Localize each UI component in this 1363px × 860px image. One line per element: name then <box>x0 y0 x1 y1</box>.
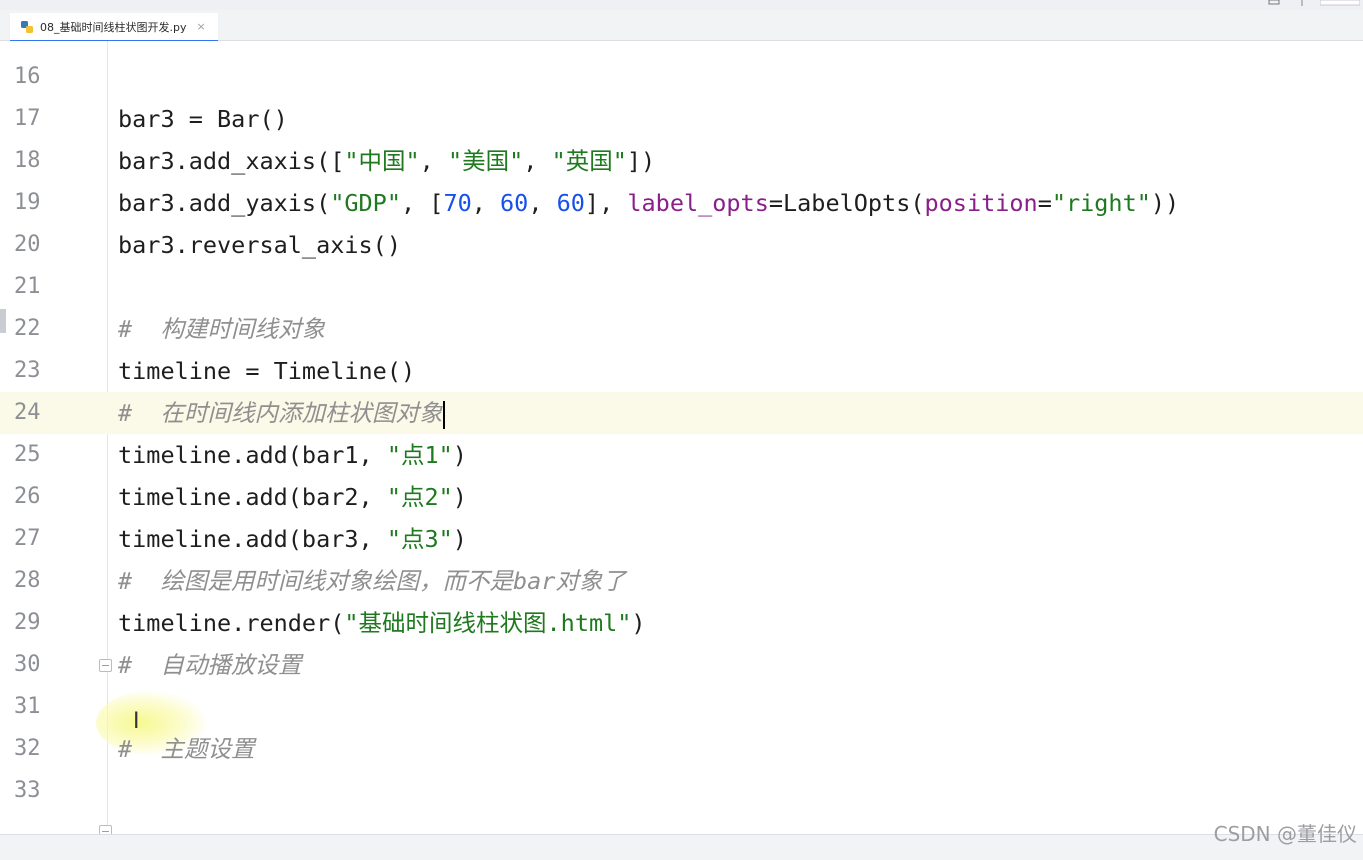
line-number: 24 <box>14 400 41 425</box>
line-number: 26 <box>14 484 41 509</box>
code-text: bar3 = Bar() <box>118 105 288 133</box>
watermark: CSDN @董佳仪 <box>1213 822 1357 846</box>
line-number: 17 <box>14 106 41 131</box>
code-line-21: 21 <box>0 266 1363 308</box>
code-line-16: 16 <box>0 56 1363 98</box>
code-line-30: 30 # 自动播放设置 <box>0 644 1363 686</box>
code-editor[interactable]: 16 17 bar3 = Bar() 18 bar3.add_xaxis(["中… <box>0 41 1363 834</box>
code-line-26: 26 timeline.add(bar2, "点2") <box>0 476 1363 518</box>
code-comment: # 绘图是用时间线对象绘图，而不是bar对象了 <box>118 567 626 595</box>
line-number: 23 <box>14 358 41 383</box>
line-number: 31 <box>14 694 41 719</box>
code-comment: # 构建时间线对象 <box>118 315 325 343</box>
code-comment: # 主题设置 <box>118 735 255 763</box>
close-icon[interactable]: × <box>197 20 206 33</box>
code-text: timeline.add(bar1, "点1") <box>118 441 467 469</box>
editor-tab-bar: 08_基础时间线柱状图开发.py × <box>0 10 1363 42</box>
code-text: timeline.add(bar2, "点2") <box>118 483 467 511</box>
code-line-33: 33 <box>0 770 1363 812</box>
code-line-23: 23 timeline = Timeline() <box>0 350 1363 392</box>
code-line-20: 20 bar3.reversal_axis() <box>0 224 1363 266</box>
code-line-32: 32 # 主题设置 <box>0 728 1363 770</box>
text-caret <box>443 400 446 429</box>
line-number: 16 <box>14 64 41 89</box>
fold-toggle-icon[interactable] <box>99 825 112 834</box>
tab-filename: 08_基础时间线柱状图开发.py <box>40 20 187 34</box>
code-text: bar3.reversal_axis() <box>118 231 401 259</box>
code-line-24-current: 24 # 在时间线内添加柱状图对象 <box>0 392 1363 434</box>
window-control-icon[interactable] <box>1268 0 1280 6</box>
code-comment: # 在时间线内添加柱状图对象 <box>118 399 443 427</box>
code-line-18: 18 bar3.add_xaxis(["中国", "美国", "英国"]) <box>0 140 1363 182</box>
code-text: timeline.render("基础时间线柱状图.html") <box>118 609 646 637</box>
line-number: 22 <box>14 316 41 341</box>
code-line-27: 27 timeline.add(bar3, "点3") <box>0 518 1363 560</box>
line-number: 19 <box>14 190 41 215</box>
code-line-22: 22 # 构建时间线对象 <box>0 308 1363 350</box>
code-text: timeline = Timeline() <box>118 357 416 385</box>
code-text: bar3.add_yaxis("GDP", [70, 60, 60], labe… <box>118 189 1180 217</box>
code-line-31: 31 <box>0 686 1363 728</box>
code-line-25: 25 timeline.add(bar1, "点1") <box>0 434 1363 476</box>
line-number: 33 <box>14 778 41 803</box>
line-number: 27 <box>14 526 41 551</box>
editor-tab[interactable]: 08_基础时间线柱状图开发.py × <box>10 13 218 42</box>
code-line-28: 28 # 绘图是用时间线对象绘图，而不是bar对象了 <box>0 560 1363 602</box>
code-text: timeline.add(bar3, "点3") <box>118 525 467 553</box>
line-number: 32 <box>14 736 41 761</box>
line-number: 20 <box>14 232 41 257</box>
status-bar <box>0 834 1363 860</box>
python-file-icon <box>21 20 33 33</box>
code-text: # 在时间线内添加柱状图对象 <box>118 392 446 434</box>
code-text: bar3.add_xaxis(["中国", "美国", "英国"]) <box>118 147 656 175</box>
toolbar-widget-icon[interactable] <box>1320 0 1360 6</box>
code-line-29: 29 timeline.render("基础时间线柱状图.html") <box>0 602 1363 644</box>
fold-toggle-icon[interactable] <box>99 659 112 672</box>
line-number: 18 <box>14 148 41 173</box>
code-line-19: 19 bar3.add_yaxis("GDP", [70, 60, 60], l… <box>0 182 1363 224</box>
line-number: 30 <box>14 652 41 677</box>
code-comment: # 自动播放设置 <box>118 651 302 679</box>
window-divider-icon <box>1301 0 1303 6</box>
line-number: 29 <box>14 610 41 635</box>
line-number: 25 <box>14 442 41 467</box>
code-line-17: 17 bar3 = Bar() <box>0 98 1363 140</box>
line-number: 21 <box>14 274 41 299</box>
line-number: 28 <box>14 568 41 593</box>
